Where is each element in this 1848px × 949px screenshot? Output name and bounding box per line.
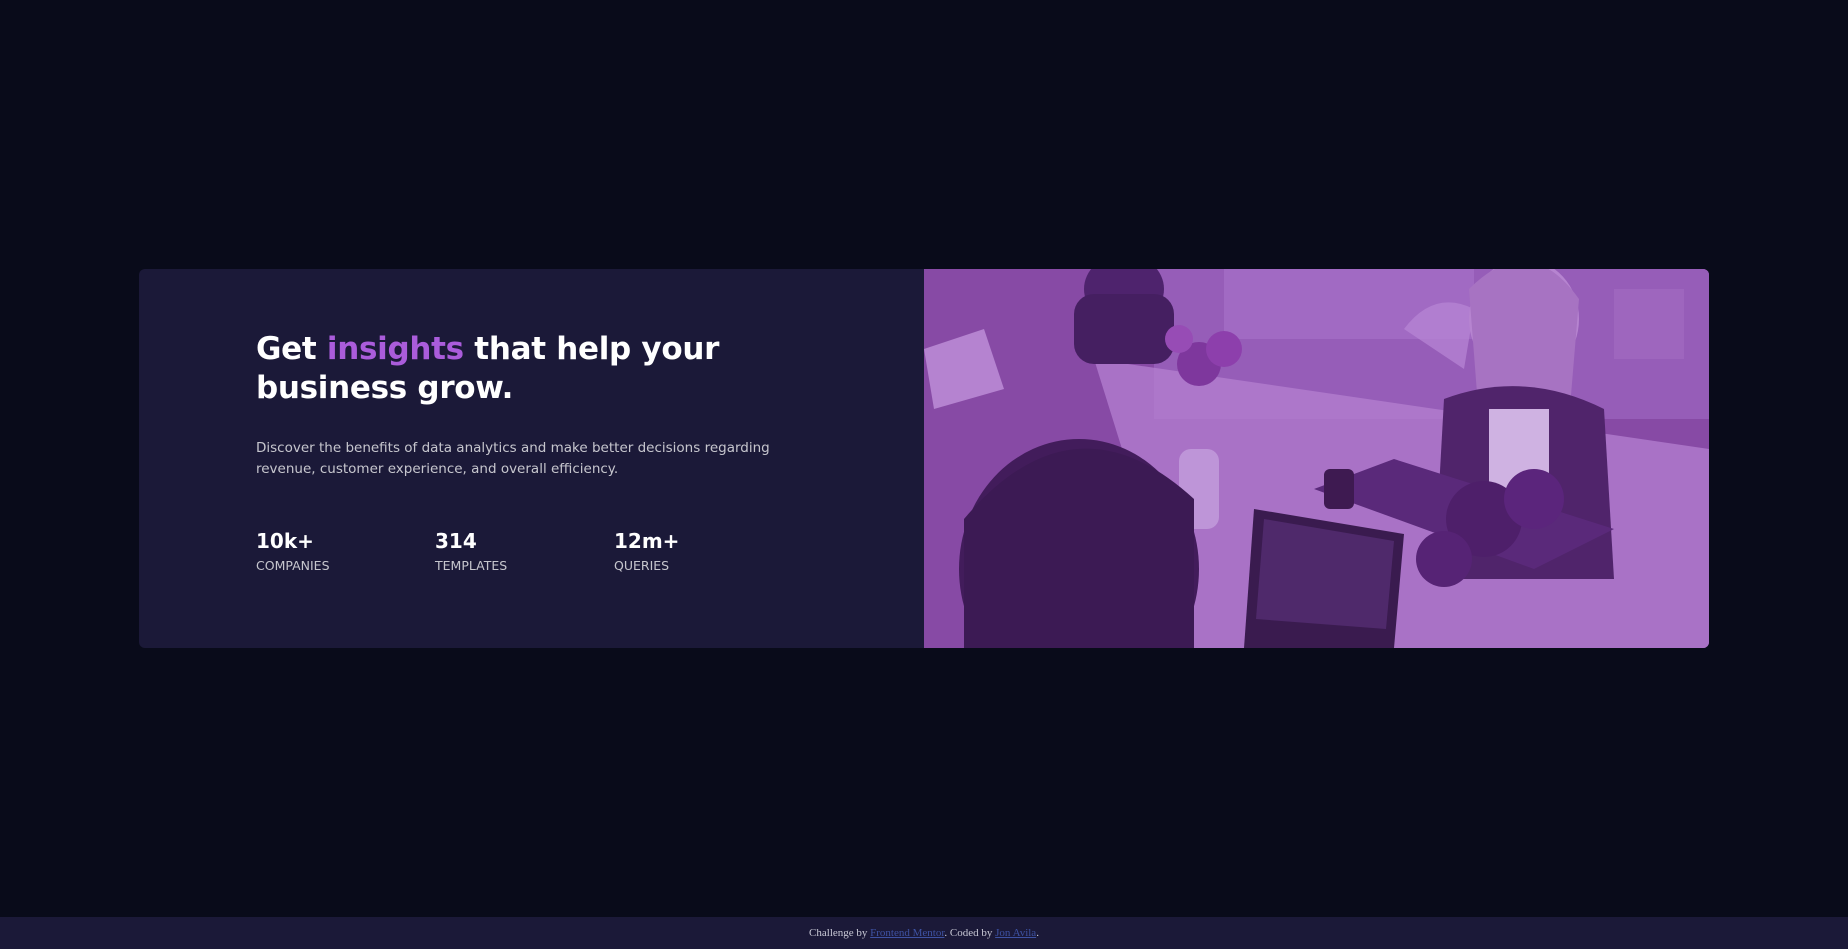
stats-preview-card: Get insights that help your business gro… xyxy=(139,269,1709,648)
headline-text-start: Get xyxy=(256,331,317,367)
stat-value: 314 xyxy=(435,529,477,553)
card-content: Get insights that help your business gro… xyxy=(139,269,924,648)
stat-templates: 314 Templates xyxy=(435,529,614,574)
stat-label: Queries xyxy=(614,558,670,573)
attribution-prefix: Challenge by xyxy=(809,927,868,939)
stat-value: 12m+ xyxy=(614,529,680,553)
headline: Get insights that help your business gro… xyxy=(256,330,816,408)
stat-companies: 10k+ Companies xyxy=(256,529,435,574)
stat-value: 10k+ xyxy=(256,529,314,553)
stat-queries: 12m+ Queries xyxy=(614,529,793,574)
office-photo-illustration xyxy=(924,269,1709,648)
headline-text-end: that help your business grow. xyxy=(256,331,720,406)
headline-accent: insights xyxy=(326,331,464,367)
stat-label: Companies xyxy=(256,558,330,573)
attribution-suffix: . xyxy=(1036,927,1039,939)
stats-row: 10k+ Companies 314 Templates 12m+ Querie… xyxy=(256,529,924,574)
attribution: Challenge by Frontend Mentor. Coded by J… xyxy=(0,917,1848,949)
frontend-mentor-link[interactable]: Frontend Mentor xyxy=(870,927,944,939)
office-photo xyxy=(924,269,1709,648)
stat-label: Templates xyxy=(435,558,508,573)
description: Discover the benefits of data analytics … xyxy=(256,440,770,477)
author-link[interactable]: Jon Avila xyxy=(995,927,1036,939)
attribution-middle: . Coded by xyxy=(944,927,993,939)
